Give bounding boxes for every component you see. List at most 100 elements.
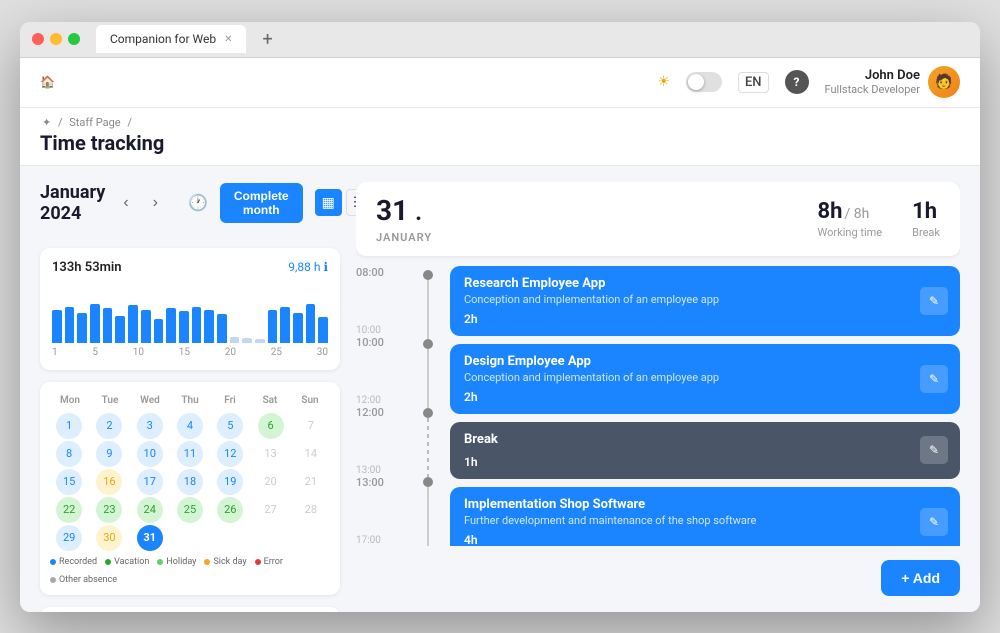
event-title: Implementation Shop Software — [464, 497, 946, 512]
cal-day-11[interactable]: 11 — [177, 441, 203, 467]
timeline-segment-3 — [427, 418, 429, 477]
user-menu[interactable]: John Doe Fullstack Developer 🧑 — [825, 66, 960, 98]
cal-day-14[interactable]: 14 — [298, 441, 324, 467]
chart-bar-10 — [166, 308, 176, 343]
day-dot: . — [415, 198, 422, 226]
month-title: January 2024 — [40, 182, 105, 224]
cal-day-19[interactable]: 19 — [217, 469, 243, 495]
fullscreen-button[interactable] — [68, 33, 80, 45]
cal-day-2[interactable]: 2 — [96, 413, 122, 439]
tab-close-icon[interactable]: ✕ — [224, 34, 232, 45]
cal-day-empty — [298, 525, 324, 551]
cal-day-20[interactable]: 20 — [258, 469, 284, 495]
cal-day-27[interactable]: 27 — [258, 497, 284, 523]
new-tab-button[interactable]: + — [254, 29, 280, 50]
cal-day-header-tue: Tue — [90, 392, 130, 409]
add-button-container: + Add — [356, 556, 960, 596]
breadcrumb-staff[interactable]: Staff Page — [69, 116, 120, 129]
chart-labels: 1 5 10 15 20 25 30 — [52, 347, 328, 358]
event-edit-button[interactable]: ✎ — [920, 436, 948, 464]
legend-dot — [50, 559, 56, 565]
cal-day-25[interactable]: 25 — [177, 497, 203, 523]
cal-day-header-mon: Mon — [50, 392, 90, 409]
day-header: 31 . JANUARY 8h / 8h Working time — [356, 182, 960, 256]
timeline-times: 08:00 10:00 10:00 12:00 12:00 13:00 13 — [356, 266, 406, 546]
complete-month-button[interactable]: Complete month — [220, 183, 303, 223]
chart-bar-4 — [90, 304, 100, 343]
event-edit-button[interactable]: ✎ — [920, 508, 948, 536]
cal-day-5[interactable]: 5 — [217, 413, 243, 439]
next-month-button[interactable]: › — [147, 192, 164, 214]
avatar[interactable]: 🧑 — [928, 66, 960, 98]
cal-day-4[interactable]: 4 — [177, 413, 203, 439]
legend-dot — [255, 559, 261, 565]
timeline-dot-3 — [423, 408, 433, 418]
help-button[interactable]: ? — [785, 70, 809, 94]
cal-day-16[interactable]: 16 — [96, 469, 122, 495]
chart-bar-12 — [192, 307, 202, 343]
breadcrumb-home[interactable]: ✦ — [42, 116, 51, 129]
cal-day-29[interactable]: 29 — [56, 525, 82, 551]
cal-day-22[interactable]: 22 — [56, 497, 82, 523]
left-panel: January 2024 ‹ › 🕐 Complete month ▦ ☰ — [40, 182, 340, 596]
add-entry-button[interactable]: + Add — [881, 560, 960, 596]
timeline-dot-2 — [423, 339, 433, 349]
cal-day-header-wed: Wed — [130, 392, 170, 409]
event-edit-button[interactable]: ✎ — [920, 365, 948, 393]
language-selector[interactable]: EN — [738, 72, 769, 93]
day-month: JANUARY — [376, 231, 432, 244]
legend-dot — [105, 559, 111, 565]
chart-avg-value: 9,88 h — [288, 260, 320, 274]
cal-day-28[interactable]: 28 — [298, 497, 324, 523]
cal-day-6[interactable]: 6 — [258, 413, 284, 439]
timeline-segment-4 — [427, 487, 429, 546]
calendar-grid: 1234567891011121314151617181920212223242… — [50, 413, 330, 551]
timeline-dot-4 — [423, 477, 433, 487]
cal-day-26[interactable]: 26 — [217, 497, 243, 523]
legend-item-holiday: Holiday — [157, 557, 196, 567]
time-slot-4: 13:00 17:00 — [356, 476, 406, 546]
cal-day-15[interactable]: 15 — [56, 469, 82, 495]
chart-container: 133h 53min 9,88 h ℹ 1 5 10 15 20 25 — [40, 248, 340, 370]
cal-day-21[interactable]: 21 — [298, 469, 324, 495]
cal-day-8[interactable]: 8 — [56, 441, 82, 467]
chart-avg: 9,88 h ℹ — [288, 260, 328, 275]
time-slot-3: 12:00 13:00 — [356, 406, 406, 476]
cal-day-12[interactable]: 12 — [217, 441, 243, 467]
chart-bar-9 — [154, 319, 164, 343]
chart-bar-16 — [242, 338, 252, 343]
cal-day-17[interactable]: 17 — [137, 469, 163, 495]
cal-day-1[interactable]: 1 — [56, 413, 82, 439]
chart-label-30: 30 — [317, 347, 328, 358]
chart-bar-6 — [115, 316, 125, 343]
cal-day-9[interactable]: 9 — [96, 441, 122, 467]
history-button[interactable]: 🕐 — [188, 193, 208, 213]
prev-month-button[interactable]: ‹ — [117, 192, 134, 214]
cal-day-header-sat: Sat — [250, 392, 290, 409]
timeline-segment-2 — [427, 349, 429, 408]
browser-tab[interactable]: Companion for Web ✕ — [96, 25, 246, 53]
cal-day-30[interactable]: 30 — [96, 525, 122, 551]
cal-day-10[interactable]: 10 — [137, 441, 163, 467]
cal-day-empty — [177, 525, 203, 551]
day-stats: 8h / 8h Working time 1h Break — [818, 199, 940, 239]
event-edit-button[interactable]: ✎ — [920, 287, 948, 315]
legend-item-error: Error — [255, 557, 283, 567]
close-button[interactable] — [32, 33, 44, 45]
cal-day-3[interactable]: 3 — [137, 413, 163, 439]
minimize-button[interactable] — [50, 33, 62, 45]
chart-label-20: 20 — [225, 347, 236, 358]
cal-day-18[interactable]: 18 — [177, 469, 203, 495]
chart-bar-18 — [268, 310, 278, 343]
breadcrumb: ✦ / Staff Page / — [40, 116, 960, 129]
timeline-dot-1 — [423, 270, 433, 280]
cal-day-13[interactable]: 13 — [258, 441, 284, 467]
chart-label-10: 10 — [133, 347, 144, 358]
theme-toggle[interactable] — [686, 72, 722, 92]
calendar-view-button[interactable]: ▦ — [315, 189, 342, 216]
cal-day-24[interactable]: 24 — [137, 497, 163, 523]
chart-bar-1 — [52, 310, 62, 343]
cal-day-31[interactable]: 31 — [137, 525, 163, 551]
cal-day-23[interactable]: 23 — [96, 497, 122, 523]
cal-day-7[interactable]: 7 — [298, 413, 324, 439]
